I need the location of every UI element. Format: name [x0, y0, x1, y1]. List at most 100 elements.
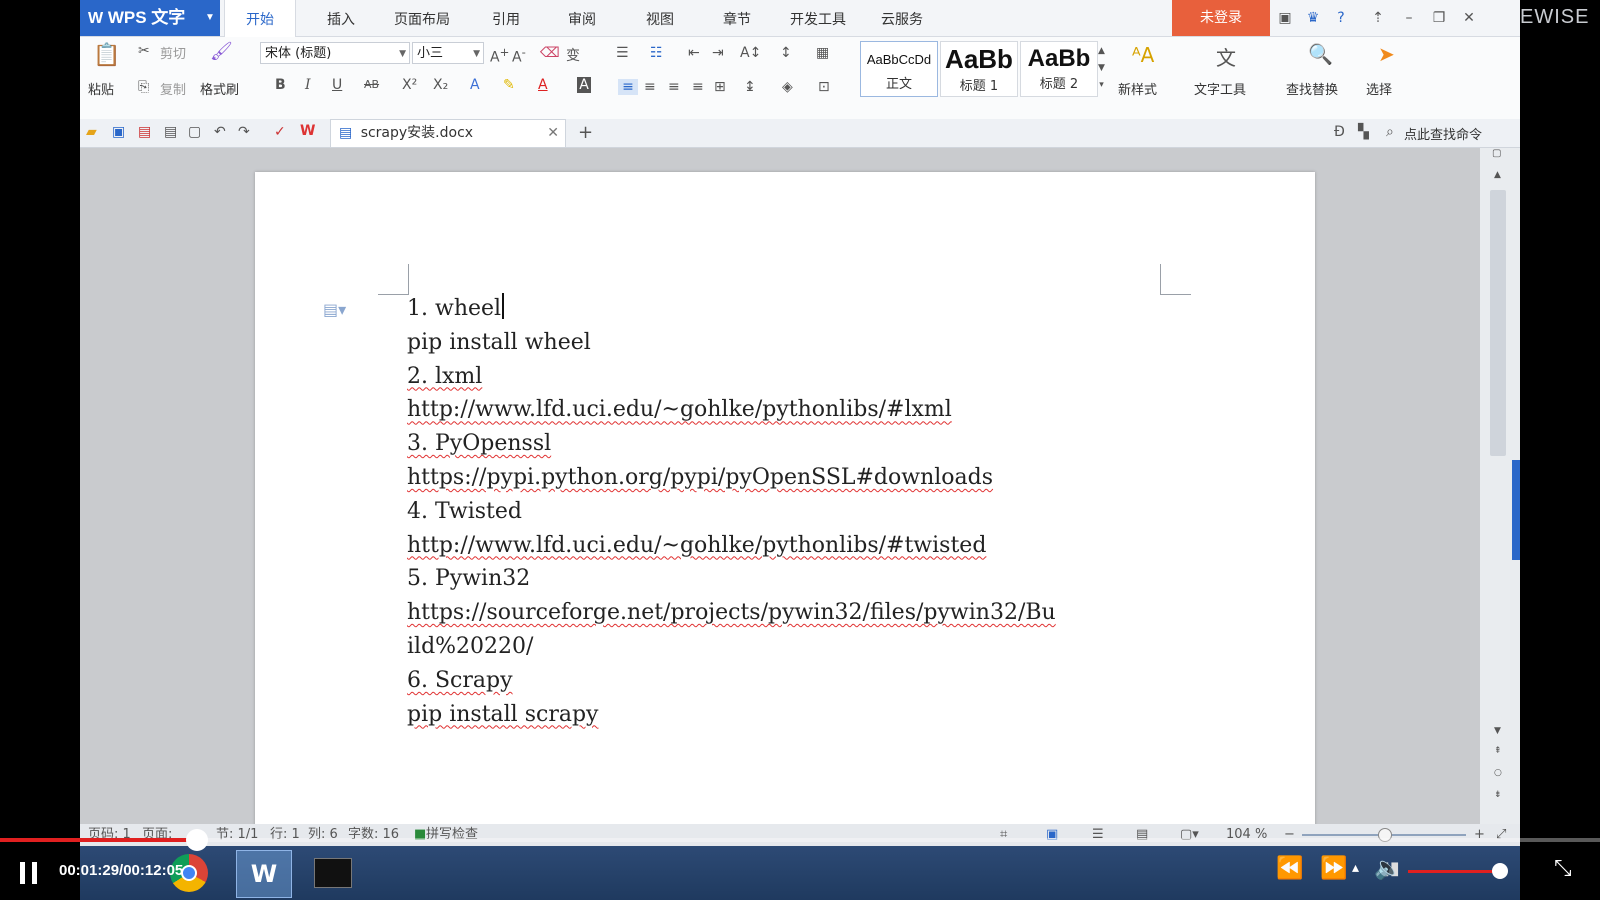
open-folder-icon[interactable]: ▰: [86, 124, 97, 140]
tab-developer[interactable]: 开发工具: [790, 0, 846, 36]
volume-icon[interactable]: 🔈: [1374, 856, 1401, 881]
prev-page-icon[interactable]: ⇞: [1494, 746, 1502, 756]
document-body[interactable]: 1. wheel pip install wheel 2. lxml http://w…: [407, 292, 1056, 731]
scroll-up-icon[interactable]: ▲: [1494, 170, 1501, 180]
shrink-font-icon[interactable]: A-: [512, 45, 526, 66]
text-direction-icon[interactable]: A↕: [740, 45, 761, 61]
browse-object-icon[interactable]: ○: [1494, 768, 1502, 778]
skin-icon[interactable]: ▣: [1272, 0, 1298, 36]
subscript-button[interactable]: X₂: [433, 77, 448, 93]
font-color-icon[interactable]: A: [538, 77, 548, 93]
italic-button[interactable]: I: [305, 77, 311, 93]
distribute-icon[interactable]: ⊞: [714, 79, 726, 95]
wps-app-menu-button[interactable]: W WPS 文字 ▼: [80, 0, 220, 36]
style-normal[interactable]: AaBbCcDd 正文: [860, 41, 938, 97]
style-heading-2[interactable]: AaBb 标题 2: [1020, 41, 1098, 97]
highlight-icon[interactable]: ✎: [503, 77, 515, 93]
scrollbar-thumb[interactable]: [1490, 190, 1506, 456]
sort-icon[interactable]: ↕: [780, 45, 792, 61]
borders-icon[interactable]: ⊡: [818, 79, 830, 95]
close-icon[interactable]: ✕: [1456, 0, 1482, 36]
text-effect-icon[interactable]: A: [470, 77, 480, 93]
next-page-icon[interactable]: ⇟: [1494, 790, 1502, 800]
minimize-icon[interactable]: –: [1396, 0, 1422, 36]
table-borders-icon[interactable]: ▦: [816, 45, 829, 61]
shading-icon[interactable]: ◈: [782, 79, 793, 95]
wps-w-icon[interactable]: W: [300, 123, 315, 139]
tab-page-layout[interactable]: 页面布局: [394, 0, 450, 36]
volume-slider[interactable]: [1408, 863, 1508, 879]
bold-button[interactable]: B: [275, 77, 286, 93]
document-page[interactable]: ▤▾ 1. wheel pip install wheel 2. lxml http:…: [255, 172, 1315, 832]
copy-button[interactable]: 复制: [160, 79, 186, 98]
exit-fullscreen-icon[interactable]: ⤡: [1554, 856, 1572, 881]
document-line[interactable]: ild%20220/: [407, 630, 1056, 664]
tab-references[interactable]: 引用: [492, 0, 520, 36]
underline-button[interactable]: U: [332, 77, 342, 93]
decrease-indent-icon[interactable]: ⇤: [688, 45, 700, 61]
document-line[interactable]: 3. PyOpenssl: [407, 427, 1056, 461]
align-center-icon[interactable]: ≡: [644, 79, 656, 95]
tab-insert[interactable]: 插入: [327, 0, 355, 36]
help-icon[interactable]: ?: [1328, 0, 1354, 36]
login-button[interactable]: 未登录: [1172, 0, 1270, 36]
char-shading-icon[interactable]: A: [577, 77, 591, 93]
paste-button[interactable]: 粘贴: [88, 79, 114, 98]
align-left-icon[interactable]: ≡: [618, 79, 638, 95]
print-icon[interactable]: ▤: [164, 124, 177, 140]
styles-scroll-icon[interactable]: ▲ ▼ ▾: [1098, 43, 1105, 94]
tab-review[interactable]: 审阅: [568, 0, 596, 36]
strikethrough-button[interactable]: AB: [364, 78, 379, 91]
export-pdf-icon[interactable]: ▤: [138, 124, 151, 140]
grow-font-icon[interactable]: A+: [490, 45, 509, 66]
scroll-down-icon[interactable]: ▼: [1494, 726, 1501, 736]
document-line[interactable]: pip install wheel: [407, 326, 1056, 360]
justify-icon[interactable]: ≡: [692, 79, 704, 95]
document-line[interactable]: http://www.lfd.uci.edu/~gohlke/pythonlib…: [407, 529, 1056, 563]
select-button[interactable]: 选择: [1366, 79, 1392, 98]
new-style-button[interactable]: 新样式: [1118, 79, 1157, 98]
tab-view[interactable]: 视图: [646, 0, 674, 36]
document-line[interactable]: https://pypi.python.org/pypi/pyOpenSSL#d…: [407, 461, 1056, 495]
clear-format-icon[interactable]: ⌫: [540, 45, 560, 61]
align-right-icon[interactable]: ≡: [668, 79, 680, 95]
format-painter-button[interactable]: 格式刷: [200, 79, 239, 98]
restore-icon[interactable]: ❐: [1426, 0, 1452, 36]
pause-icon[interactable]: [20, 862, 38, 884]
rewind-icon[interactable]: ⏪: [1276, 856, 1303, 881]
tab-chapter[interactable]: 章节: [723, 0, 751, 36]
document-line[interactable]: 4. Twisted: [407, 495, 1056, 529]
shirt-icon[interactable]: ♛: [1300, 0, 1326, 36]
new-tab-icon[interactable]: +: [578, 122, 593, 143]
command-search[interactable]: 点此查找命令: [1404, 124, 1482, 143]
document-line[interactable]: 6. Scrapy: [407, 664, 1056, 698]
fast-forward-icon[interactable]: ⏩: [1320, 856, 1347, 881]
redo-icon[interactable]: ↷: [238, 124, 250, 140]
paragraph-handle-icon[interactable]: ▤▾: [323, 300, 346, 319]
collapse-ribbon-icon[interactable]: ⇡: [1365, 0, 1391, 36]
close-tab-icon[interactable]: ✕: [547, 120, 559, 147]
find-replace-button[interactable]: 查找替换: [1286, 79, 1338, 98]
print-preview-icon[interactable]: ▢: [188, 124, 201, 140]
font-size-select[interactable]: 小三 ▼: [412, 42, 484, 64]
tab-cloud[interactable]: 云服务: [881, 0, 923, 36]
customize-icon[interactable]: ✓: [274, 124, 286, 140]
style-heading-1[interactable]: AaBb 标题 1: [940, 41, 1018, 97]
zoom-slider[interactable]: [1302, 828, 1466, 842]
numbered-list-icon[interactable]: ☷: [650, 45, 663, 61]
increase-indent-icon[interactable]: ⇥: [712, 45, 724, 61]
text-tools-button[interactable]: 文字工具: [1194, 79, 1246, 98]
bullet-list-icon[interactable]: ☰: [616, 45, 629, 61]
collab-icon[interactable]: ▚: [1358, 124, 1369, 140]
side-panel-toggle[interactable]: [1512, 460, 1520, 560]
save-icon[interactable]: ▣: [112, 124, 125, 140]
line-spacing-icon[interactable]: ↨: [744, 79, 756, 95]
document-line[interactable]: 2. lxml: [407, 360, 1056, 394]
share-icon[interactable]: Ð: [1334, 124, 1345, 140]
cut-button[interactable]: 剪切: [160, 43, 186, 62]
font-name-select[interactable]: 宋体 (标题) ▼: [260, 42, 410, 64]
document-line[interactable]: 1. wheel: [407, 292, 1056, 326]
paste-icon[interactable]: 📋: [90, 43, 124, 68]
document-line[interactable]: https://sourceforge.net/projects/pywin32…: [407, 596, 1056, 630]
split-icon[interactable]: ▢: [1492, 148, 1501, 159]
